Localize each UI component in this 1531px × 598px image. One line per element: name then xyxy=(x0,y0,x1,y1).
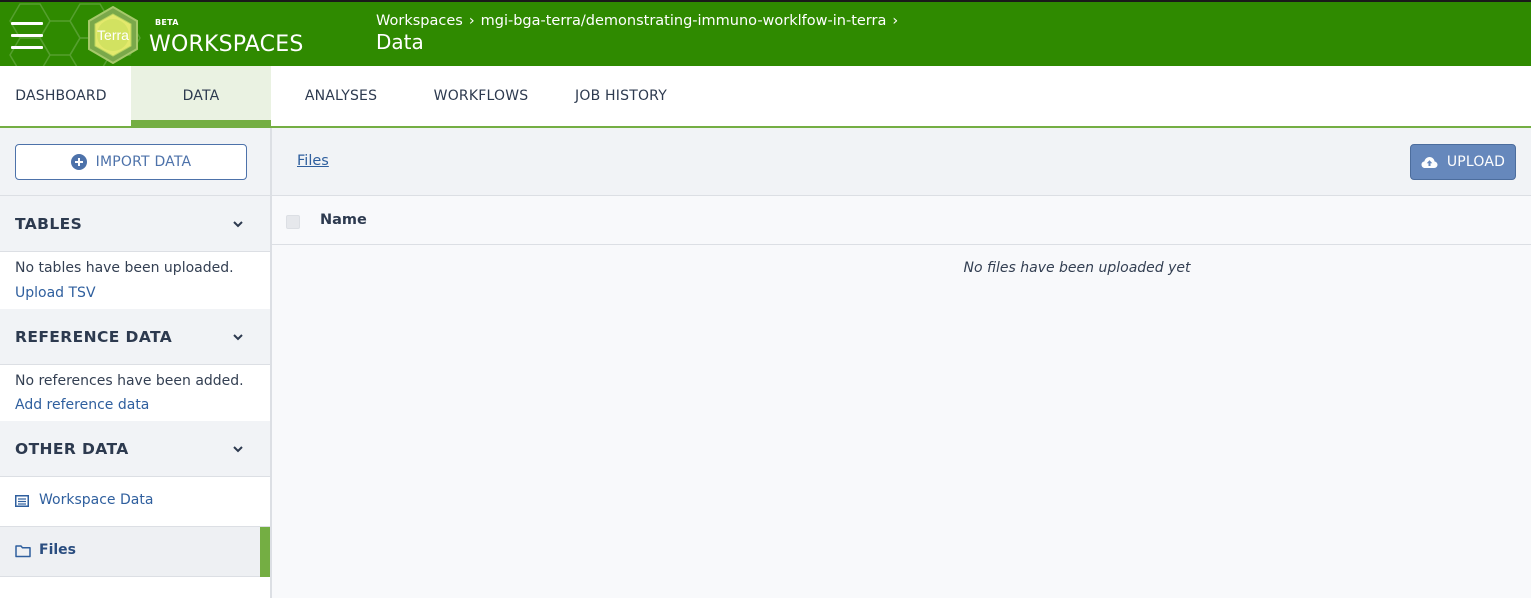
import-data-label: IMPORT DATA xyxy=(95,154,192,170)
svg-text:Terra: Terra xyxy=(97,27,129,43)
hamburger-menu-icon[interactable] xyxy=(11,22,43,50)
breadcrumb-workspaces-link[interactable]: Workspaces xyxy=(376,13,463,29)
files-panel: Files UPLOAD Name No files have been upl… xyxy=(272,128,1531,598)
tab-dashboard[interactable]: DASHBOARD xyxy=(0,66,122,126)
reference-section-header[interactable]: REFERENCE DATA xyxy=(0,309,270,365)
import-area: IMPORT DATA xyxy=(0,128,270,196)
column-header-name[interactable]: Name xyxy=(320,212,367,228)
select-all-checkbox[interactable] xyxy=(286,215,300,229)
breadcrumb-workspace-link[interactable]: mgi-bga-terra/demonstrating-immuno-workl… xyxy=(481,13,887,29)
tables-section-header[interactable]: TABLES xyxy=(0,196,270,252)
files-breadcrumb-link[interactable]: Files xyxy=(297,153,329,169)
upload-label: UPLOAD xyxy=(1446,154,1506,170)
sidebar-item-workspace-data[interactable]: Workspace Data xyxy=(0,477,270,527)
app-header: Terra BETA WORKSPACES Workspaces › mgi-bga… xyxy=(0,0,1531,66)
app-title[interactable]: WORKSPACES xyxy=(149,32,304,57)
files-table-header: Name xyxy=(272,197,1531,245)
other-data-section-title: OTHER DATA xyxy=(15,440,129,458)
sidebar-item-files[interactable]: Files xyxy=(0,527,270,577)
files-toolbar: Files UPLOAD xyxy=(272,128,1531,196)
upload-tsv-link[interactable]: Upload TSV xyxy=(15,285,96,301)
tables-empty-text: No tables have been uploaded. xyxy=(15,260,234,276)
reference-empty-text: No references have been added. xyxy=(15,373,244,389)
selected-indicator xyxy=(260,527,270,577)
workspace-tabs: DASHBOARD DATA ANALYSES WORKFLOWS JOB HI… xyxy=(0,66,1531,128)
upload-button[interactable]: UPLOAD xyxy=(1410,144,1516,180)
beta-label: BETA xyxy=(155,18,179,27)
tab-analyses[interactable]: ANALYSES xyxy=(285,66,397,126)
import-data-button[interactable]: IMPORT DATA xyxy=(15,144,247,180)
terra-logo[interactable]: Terra xyxy=(84,6,142,64)
reference-section-body: No references have been added. Add refer… xyxy=(0,365,270,422)
list-icon xyxy=(15,495,29,507)
tables-section-body: No tables have been uploaded. Upload TSV xyxy=(0,252,270,310)
tab-job-history[interactable]: JOB HISTORY xyxy=(562,66,680,126)
folder-icon xyxy=(15,545,31,558)
sidebar-item-label: Workspace Data xyxy=(39,492,154,508)
chevron-down-icon xyxy=(233,446,243,453)
sidebar-item-label: Files xyxy=(39,542,76,558)
chevron-down-icon xyxy=(233,334,243,341)
other-data-section-header[interactable]: OTHER DATA xyxy=(0,421,270,477)
tables-section-title: TABLES xyxy=(15,215,83,233)
breadcrumb-separator: › xyxy=(892,13,899,29)
breadcrumb-separator: › xyxy=(468,13,475,29)
page-title: Data xyxy=(376,30,424,54)
chevron-down-icon xyxy=(233,221,243,228)
tab-workflows[interactable]: WORKFLOWS xyxy=(414,66,548,126)
tab-data[interactable]: DATA xyxy=(131,66,271,126)
breadcrumb: Workspaces › mgi-bga-terra/demonstrating-i… xyxy=(376,13,904,29)
add-reference-data-link[interactable]: Add reference data xyxy=(15,397,149,413)
plus-circle-icon xyxy=(70,154,87,170)
reference-section-title: REFERENCE DATA xyxy=(15,328,173,346)
cloud-upload-icon xyxy=(1421,156,1438,168)
data-sidebar: IMPORT DATA TABLES No tables have been u… xyxy=(0,128,272,598)
empty-files-message: No files have been uploaded yet xyxy=(963,260,1191,276)
